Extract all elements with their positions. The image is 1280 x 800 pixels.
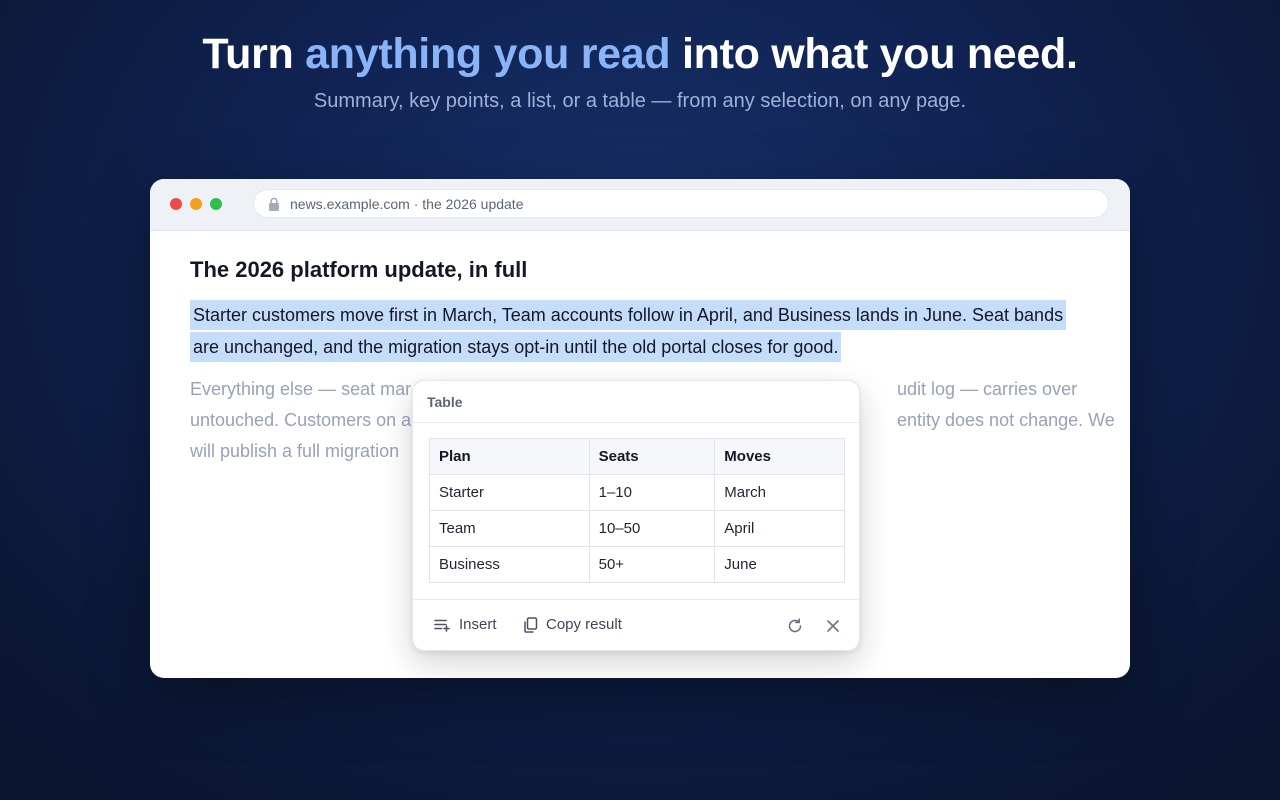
table-cell: 1–10 <box>588 474 716 511</box>
table-cell: April <box>714 510 845 547</box>
popup-title: Table <box>413 381 859 423</box>
close-icon[interactable] <box>824 617 842 635</box>
hero-title-start: Turn <box>202 30 306 78</box>
table-cell: 10–50 <box>588 510 716 547</box>
table-cell: March <box>714 474 845 511</box>
faded-line-2-right: entity does not change. We <box>897 410 1115 430</box>
minimize-window-dot[interactable] <box>190 198 202 210</box>
hero-title-accent: anything you read <box>305 30 671 78</box>
result-popup: Table Plan Seats Moves Starter 1–10 Marc… <box>412 380 860 651</box>
refresh-icon[interactable] <box>786 617 804 635</box>
table-cell: June <box>714 546 845 583</box>
copy-result-button[interactable]: Copy result <box>523 616 622 633</box>
selected-paragraph[interactable]: Starter customers move first in March, T… <box>190 299 1090 363</box>
close-window-dot[interactable] <box>170 198 182 210</box>
popup-footer: Insert Copy result <box>413 599 859 651</box>
article-title: The 2026 platform update, in full <box>190 257 528 282</box>
browser-toolbar: news.example.com · the 2026 update <box>150 179 1130 231</box>
hero-title: Turn anything you read into what you nee… <box>0 30 1280 79</box>
lock-icon <box>269 197 279 211</box>
insert-icon <box>434 619 450 632</box>
insert-button[interactable]: Insert <box>434 616 497 633</box>
maximize-window-dot[interactable] <box>210 198 222 210</box>
faded-line-1-left: Everything else — seat mar <box>190 379 412 399</box>
faded-line-2-left: untouched. Customers on a <box>190 410 412 430</box>
url-text: news.example.com · the 2026 update <box>290 196 524 212</box>
table-cell: Team <box>429 510 590 547</box>
column-header: Plan <box>429 438 590 475</box>
table-row: Business 50+ June <box>429 546 845 583</box>
copy-icon <box>524 616 538 633</box>
table-cell: Starter <box>429 474 590 511</box>
table-row: Team 10–50 April <box>429 510 845 547</box>
insert-label: Insert <box>459 616 497 633</box>
faded-line-3-left: will publish a full migration <box>190 441 400 461</box>
result-table: Plan Seats Moves Starter 1–10 March Team… <box>429 438 845 583</box>
hero-title-end: into what you need. <box>670 30 1078 78</box>
hero-subtitle: Summary, key points, a list, or a table … <box>313 90 967 112</box>
table-row: Starter 1–10 March <box>429 474 845 511</box>
faded-line-1-right: udit log — carries over <box>897 379 1078 399</box>
column-header: Moves <box>714 438 845 475</box>
table-cell: Business <box>429 546 590 583</box>
copy-result-label: Copy result <box>546 616 622 633</box>
selection-highlight: Starter customers move first in March, T… <box>190 300 1067 362</box>
column-header: Seats <box>588 438 716 475</box>
table-cell: 50+ <box>588 546 716 583</box>
table-header-row: Plan Seats Moves <box>429 438 845 475</box>
address-bar[interactable]: news.example.com · the 2026 update <box>253 189 1109 218</box>
